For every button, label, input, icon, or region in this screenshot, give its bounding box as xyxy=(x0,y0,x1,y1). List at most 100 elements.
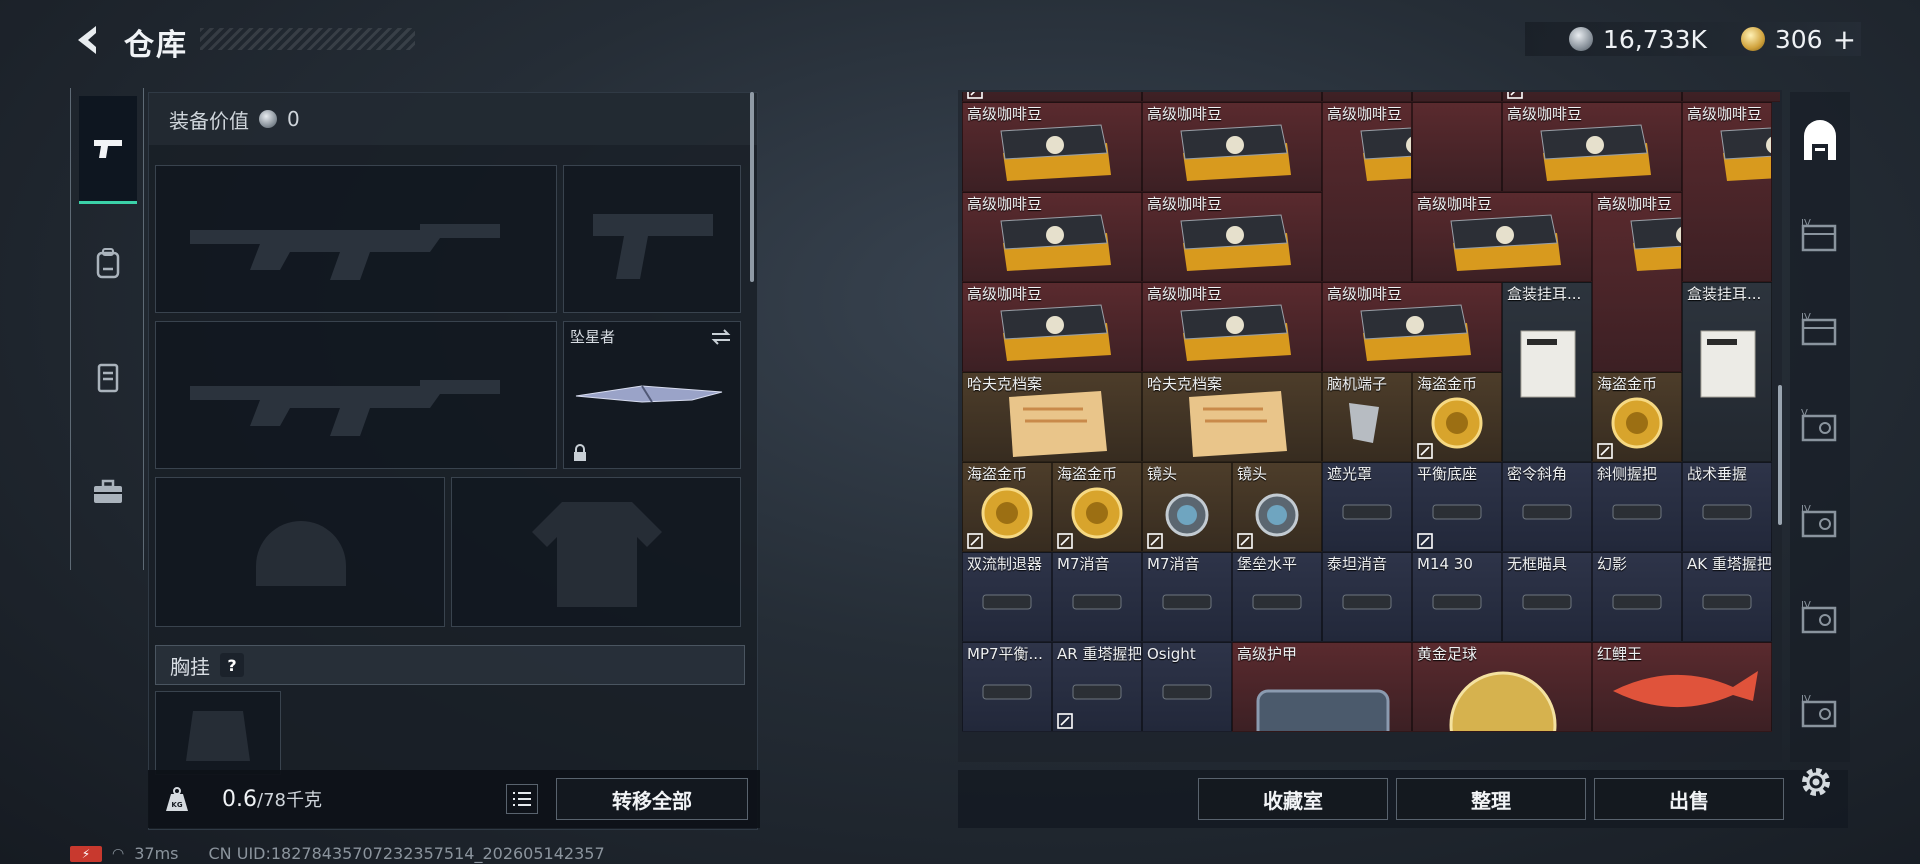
add-currency-button[interactable]: + xyxy=(1833,23,1856,56)
document-icon xyxy=(1009,391,1107,457)
inventory-item[interactable]: 泰坦消音 xyxy=(1322,552,1412,642)
inventory-item[interactable]: 海盗金币 xyxy=(1592,372,1682,462)
inventory-item[interactable]: 海盗金币 xyxy=(1412,372,1502,462)
inventory-item[interactable] xyxy=(1412,92,1502,102)
melee-slot[interactable]: 坠星者 xyxy=(563,321,741,469)
loadout-scrollbar[interactable] xyxy=(750,92,754,282)
inventory-item[interactable]: 盒装挂耳... xyxy=(1502,282,1592,462)
inventory-item[interactable]: 高级咖啡豆 xyxy=(1142,282,1322,372)
helmet-slot[interactable] xyxy=(155,477,445,627)
inventory-item[interactable]: 密令斜角 xyxy=(1502,462,1592,552)
document-icon xyxy=(1189,391,1287,457)
inventory-item[interactable]: M7消音 xyxy=(1142,552,1232,642)
item-name: 幻影 xyxy=(1597,555,1628,573)
tab-backpack[interactable] xyxy=(79,210,137,318)
inventory-item[interactable]: 高级咖啡豆 xyxy=(1682,102,1772,282)
coffee-bag-icon xyxy=(1360,127,1411,181)
transfer-all-button[interactable]: 转移全部 xyxy=(556,778,748,820)
inventory-item[interactable]: AR 重塔握把 xyxy=(1052,642,1142,732)
inventory-item[interactable]: AK 重塔握把 xyxy=(1682,552,1772,642)
tab-vest[interactable] xyxy=(79,324,137,432)
tab-toolbox[interactable] xyxy=(79,438,137,546)
inventory-item[interactable]: 无框瞄具 xyxy=(1502,552,1592,642)
item-name: AR 重塔握把 xyxy=(1057,645,1142,663)
inventory-item[interactable]: 遮光罩 xyxy=(1322,462,1412,552)
item-name: 盒装挂耳... xyxy=(1507,285,1582,303)
storage-box-2[interactable]: IV xyxy=(1792,300,1848,360)
inventory-item[interactable]: 哈夫克档案 xyxy=(962,372,1142,462)
warehouse-tab[interactable] xyxy=(1792,112,1848,172)
inventory-item[interactable] xyxy=(1502,92,1682,102)
storage-box-6[interactable]: IV xyxy=(1792,682,1848,742)
sort-button[interactable]: 整理 xyxy=(1396,778,1586,820)
inventory-item[interactable]: 高级咖啡豆 xyxy=(1502,102,1682,192)
storage-box-1[interactable]: IV xyxy=(1792,206,1848,266)
inventory-item[interactable]: 镜头 xyxy=(1232,462,1322,552)
knife-icon xyxy=(575,385,723,403)
inventory-item[interactable]: 黄金足球 xyxy=(1412,642,1592,732)
linked-icon xyxy=(1417,443,1433,459)
sell-button[interactable]: 出售 xyxy=(1594,778,1784,820)
inventory-item[interactable]: 高级咖啡豆 xyxy=(962,102,1142,192)
help-button[interactable]: ? xyxy=(220,653,244,677)
inventory-item[interactable]: 红鲤王 xyxy=(1592,642,1772,732)
back-button[interactable] xyxy=(70,20,110,60)
inventory-item[interactable]: 哈夫克档案 xyxy=(1142,372,1322,462)
inventory-item[interactable]: 高级咖啡豆 xyxy=(1322,102,1412,282)
list-view-button[interactable] xyxy=(506,784,538,814)
inventory-item[interactable]: 战术垂握 xyxy=(1682,462,1772,552)
collection-room-button[interactable]: 收藏室 xyxy=(1198,778,1388,820)
inventory-item[interactable] xyxy=(1322,92,1412,102)
gold-coin-icon xyxy=(1071,487,1123,539)
primary-weapon-slot[interactable] xyxy=(155,165,557,313)
inventory-item[interactable]: M7消音 xyxy=(1052,552,1142,642)
helmet-silhouette-icon xyxy=(256,521,346,586)
inventory-item[interactable] xyxy=(1142,92,1322,102)
inventory-item[interactable]: 高级咖啡豆 xyxy=(1322,282,1502,372)
inventory-item[interactable]: 高级咖啡豆 xyxy=(1142,102,1322,192)
chest-rig-slot[interactable] xyxy=(155,691,281,775)
inventory-item[interactable]: 高级咖啡豆 xyxy=(1142,192,1322,282)
inventory-item[interactable]: 高级咖啡豆 xyxy=(1412,192,1592,282)
item-name: 哈夫克档案 xyxy=(1147,375,1223,393)
inventory-item[interactable]: Osight xyxy=(1142,642,1232,732)
storage-box-4[interactable]: IV xyxy=(1792,492,1848,552)
loadout-tab-rail xyxy=(70,88,144,570)
inventory-item[interactable]: 高级护甲 xyxy=(1232,642,1412,732)
inventory-item[interactable]: M14 30 xyxy=(1412,552,1502,642)
inventory-item[interactable]: 斜侧握把 xyxy=(1592,462,1682,552)
crate-icon: IV xyxy=(1801,312,1837,346)
inventory-item[interactable]: 堡垒水平 xyxy=(1232,552,1322,642)
storage-box-5[interactable]: IV xyxy=(1792,588,1848,648)
inventory-item[interactable]: 镜头 xyxy=(1142,462,1232,552)
pistol-slot[interactable] xyxy=(563,165,741,313)
svg-text:IV: IV xyxy=(1801,694,1811,705)
inventory-item[interactable]: 双流制退器 xyxy=(962,552,1052,642)
inventory-item[interactable]: 平衡底座 xyxy=(1412,462,1502,552)
inventory-item[interactable]: 盒装挂耳... xyxy=(1682,282,1772,462)
inventory-item[interactable]: 高级咖啡豆 xyxy=(1592,192,1682,372)
inventory-item[interactable]: 脑机端子 xyxy=(1322,372,1412,462)
inventory-item[interactable]: MP7平衡... xyxy=(962,642,1052,732)
secondary-weapon-slot[interactable] xyxy=(155,321,557,469)
safe-icon: V xyxy=(1801,408,1837,442)
inventory-item[interactable] xyxy=(1412,102,1502,192)
swap-icon[interactable] xyxy=(710,328,732,346)
armor-slot[interactable] xyxy=(451,477,741,627)
storage-box-3[interactable]: V xyxy=(1792,396,1848,456)
inventory-item[interactable]: 海盗金币 xyxy=(1052,462,1142,552)
attachment-icon xyxy=(1702,504,1752,520)
inventory-item[interactable] xyxy=(962,92,1142,102)
inventory-item[interactable] xyxy=(1682,92,1780,102)
inventory-scrollbar[interactable] xyxy=(1778,385,1782,525)
item-name: 高级咖啡豆 xyxy=(1147,195,1223,213)
inventory-item[interactable]: 高级咖啡豆 xyxy=(962,282,1142,372)
inventory-item[interactable]: 幻影 xyxy=(1592,552,1682,642)
tab-weapons[interactable] xyxy=(79,96,137,204)
inventory-item[interactable]: 海盗金币 xyxy=(962,462,1052,552)
inventory-item[interactable]: 高级咖啡豆 xyxy=(962,192,1142,282)
weight-max: /78千克 xyxy=(257,790,322,811)
settings-button[interactable] xyxy=(1798,764,1838,804)
coffee-bag-icon xyxy=(1000,124,1111,181)
item-name: 平衡底座 xyxy=(1417,465,1478,483)
